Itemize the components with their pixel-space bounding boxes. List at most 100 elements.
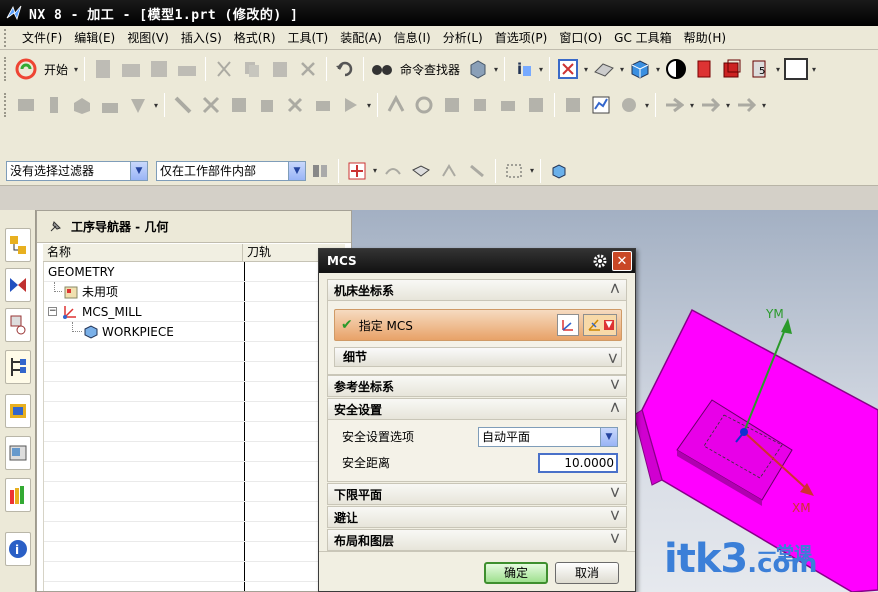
reuse-library-tab[interactable]	[5, 394, 31, 428]
dropdown-icon[interactable]: ▾	[643, 101, 651, 110]
tool-axis-icon[interactable]	[662, 93, 686, 117]
tree-row-unused[interactable]: 未用项	[44, 282, 345, 302]
menu-view[interactable]: 视图(V)	[121, 27, 175, 49]
red-cylinder-icon[interactable]	[692, 57, 716, 81]
select-edge-icon[interactable]	[465, 159, 489, 183]
start-dropdown-icon[interactable]: ▾	[72, 65, 80, 74]
history-tab[interactable]	[5, 478, 31, 512]
mcs-origin-icon[interactable]	[740, 428, 748, 436]
snap-point-icon[interactable]	[345, 159, 369, 183]
toolpath-simulate-icon[interactable]	[496, 93, 520, 117]
create-method-icon[interactable]	[98, 93, 122, 117]
dropdown-icon[interactable]: ▾	[774, 65, 782, 74]
dialog-title-bar[interactable]: MCS ✕	[319, 249, 635, 273]
render-style-icon[interactable]	[664, 57, 688, 81]
command-finder-icon[interactable]	[370, 57, 394, 81]
menu-window[interactable]: 窗口(O)	[553, 27, 608, 49]
dropdown-icon[interactable]: ▾	[537, 65, 545, 74]
tree-row-geometry[interactable]: GEOMETRY	[44, 262, 345, 282]
output-cls-icon[interactable]	[589, 93, 613, 117]
menu-preferences[interactable]: 首选项(P)	[489, 27, 554, 49]
chevron-down-icon[interactable]: ▼	[603, 320, 615, 330]
feed-icon[interactable]	[698, 93, 722, 117]
toolpath-generate-icon[interactable]	[384, 93, 408, 117]
web-browser-tab[interactable]: i	[5, 532, 31, 566]
menu-info[interactable]: 信息(I)	[388, 27, 437, 49]
dropdown-icon[interactable]: ▾	[528, 166, 536, 175]
create-operation-icon[interactable]	[126, 93, 150, 117]
operation-navigator-tab[interactable]	[5, 350, 31, 384]
save-icon[interactable]	[147, 57, 171, 81]
section-layout-layers[interactable]: 布局和图层 ⋁	[327, 529, 627, 551]
chevron-down-icon[interactable]: ▼	[288, 161, 305, 180]
tree-row-workpiece[interactable]: WORKPIECE	[44, 322, 345, 342]
dropdown-icon[interactable]: ▾	[760, 101, 768, 110]
menu-tools[interactable]: 工具(T)	[282, 27, 335, 49]
chevron-down-icon[interactable]: ▼	[600, 428, 617, 446]
type-filter-dropdown[interactable]: 没有选择过滤器 ▼	[6, 160, 148, 181]
machine-time-icon[interactable]	[617, 93, 641, 117]
print-icon[interactable]	[175, 57, 199, 81]
command-finder-button[interactable]: 命令查找器	[400, 61, 460, 78]
red-cube-icon[interactable]	[720, 57, 744, 81]
tree-row-mcs-mill[interactable]: − MCS_MILL	[44, 302, 345, 322]
column-name[interactable]: 名称	[43, 244, 243, 261]
transform-icon[interactable]	[734, 93, 758, 117]
op-cut-icon[interactable]	[199, 93, 223, 117]
select-body-icon[interactable]	[409, 159, 433, 183]
paste-icon[interactable]	[268, 57, 292, 81]
menu-insert[interactable]: 插入(S)	[175, 27, 228, 49]
rectangle-select-icon[interactable]	[502, 159, 526, 183]
chevron-up-icon[interactable]: ⋀	[608, 283, 622, 297]
info-icon[interactable]: i	[511, 57, 535, 81]
post-process-icon[interactable]	[524, 93, 548, 117]
dropdown-icon[interactable]: ▾	[582, 65, 590, 74]
inferred-csys-button[interactable]: ▼	[583, 314, 617, 336]
toolpath-list-icon[interactable]	[440, 93, 464, 117]
dropdown-icon[interactable]: ▾	[365, 101, 373, 110]
background-color-icon[interactable]	[784, 57, 809, 81]
open-folder-icon[interactable]	[119, 57, 143, 81]
chevron-down-icon[interactable]: ⋁	[609, 350, 617, 368]
toolpath-verify-icon[interactable]	[468, 93, 492, 117]
ok-button[interactable]: 确定	[484, 562, 548, 584]
specify-mcs-row[interactable]: ✔ 指定 MCS ▼	[334, 309, 622, 341]
shaded-cube-icon[interactable]	[628, 57, 652, 81]
section-lower-plane[interactable]: 下限平面 ⋁	[327, 483, 627, 505]
undo-icon[interactable]	[333, 57, 357, 81]
op-copy-icon[interactable]	[227, 93, 251, 117]
dropdown-icon[interactable]: ▾	[371, 166, 379, 175]
menu-file[interactable]: 文件(F)	[16, 27, 68, 49]
dropdown-icon[interactable]: ▾	[688, 101, 696, 110]
dropdown-icon[interactable]: ▾	[724, 101, 732, 110]
chevron-down-icon[interactable]: ⋁	[608, 379, 622, 393]
chevron-down-icon[interactable]: ⋁	[608, 533, 622, 547]
start-button[interactable]: 开始	[44, 61, 68, 78]
chevron-down-icon[interactable]: ⋁	[608, 510, 622, 524]
dropdown-icon[interactable]: ▾	[152, 101, 160, 110]
new-file-icon[interactable]	[91, 57, 115, 81]
select-chain-icon[interactable]	[381, 159, 405, 183]
chevron-down-icon[interactable]: ⋁	[608, 487, 622, 501]
constraint-navigator-tab[interactable]	[5, 268, 31, 302]
section-machine-csys[interactable]: 机床坐标系 ⋀	[327, 279, 627, 301]
toolpath-replay-icon[interactable]	[412, 93, 436, 117]
op-edit-icon[interactable]	[171, 93, 195, 117]
copy-icon[interactable]	[240, 57, 264, 81]
menu-gc-toolkit[interactable]: GC 工具箱	[608, 27, 678, 49]
dropdown-icon[interactable]: ▾	[654, 65, 662, 74]
shop-doc-icon[interactable]	[561, 93, 585, 117]
chevron-down-icon[interactable]: ▼	[130, 161, 147, 180]
cancel-button[interactable]: 取消	[555, 562, 619, 584]
create-program-icon[interactable]	[14, 93, 38, 117]
create-tool-icon[interactable]	[42, 93, 66, 117]
delete-icon[interactable]	[296, 57, 320, 81]
menu-format[interactable]: 格式(R)	[228, 27, 282, 49]
op-rename-icon[interactable]	[311, 93, 335, 117]
part-navigator-tab[interactable]	[5, 308, 31, 342]
view-orient-icon[interactable]	[592, 57, 616, 81]
menu-analysis[interactable]: 分析(L)	[437, 27, 489, 49]
select-feature-icon[interactable]	[547, 159, 571, 183]
csys-dialog-button[interactable]	[557, 314, 579, 336]
op-delete-icon[interactable]	[283, 93, 307, 117]
